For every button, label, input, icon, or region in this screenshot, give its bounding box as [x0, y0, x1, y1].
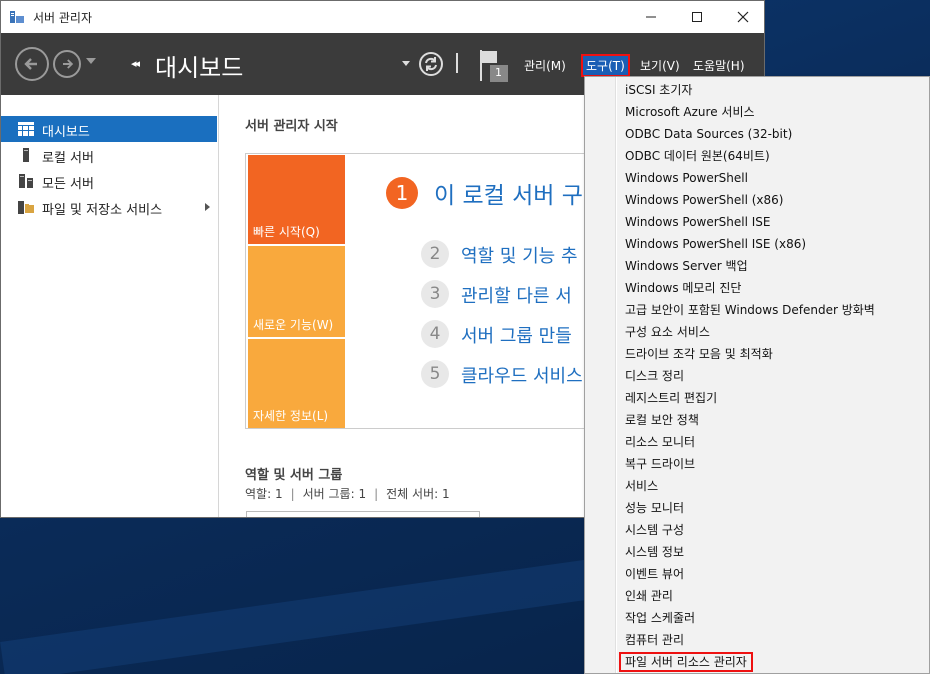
refresh-icon[interactable] — [418, 51, 444, 77]
maximize-button[interactable] — [674, 1, 720, 33]
sidebar-item-label: 파일 및 저장소 서비스 — [42, 203, 163, 218]
step-link-configure-local-server[interactable]: 이 로컬 서버 구 — [434, 176, 583, 210]
tools-menu-item[interactable]: 컴퓨터 관리 — [623, 630, 686, 650]
sidebar: 대시보드 로컬 서버 모든 서버 파일 및 저장소 서비스 — [1, 95, 219, 517]
tile-label: 빠른 시작(Q) — [253, 225, 320, 239]
sidebar-item-label: 모든 서버 — [42, 177, 94, 192]
breadcrumb-arrows: ◂◂ — [131, 57, 140, 70]
step-number-5: 5 — [421, 360, 449, 388]
window-title: 서버 관리자 — [33, 11, 93, 25]
flag-icon — [480, 50, 508, 82]
sidebar-item-file-storage[interactable]: 파일 및 저장소 서비스 — [1, 194, 217, 220]
tools-menu-item[interactable]: 로컬 보안 정책 — [623, 410, 701, 430]
tools-menu-item[interactable]: Windows PowerShell (x86) — [623, 190, 785, 210]
tools-menu-item[interactable]: 서비스 — [623, 476, 660, 496]
tile-whats-new[interactable]: 새로운 기능(W) — [248, 246, 345, 337]
sidebar-item-label: 로컬 서버 — [42, 151, 94, 166]
tools-menu-item[interactable]: 레지스트리 편집기 — [623, 388, 719, 408]
menu-view[interactable]: 보기(V) — [638, 57, 682, 74]
back-button[interactable] — [15, 47, 49, 81]
menu-help[interactable]: 도움말(H) — [691, 57, 747, 74]
sidebar-item-all-servers[interactable]: 모든 서버 — [1, 168, 217, 194]
tools-menu-item[interactable]: 작업 스케줄러 — [623, 608, 697, 628]
step-number-1: 1 — [386, 177, 418, 209]
roles-stats: 역할: 1 | 서버 그룹: 1 | 전체 서버: 1 — [245, 485, 450, 502]
maximize-icon — [692, 12, 702, 22]
step-link-cloud-services[interactable]: 클라우드 서비스 — [461, 362, 583, 388]
dashboard-icon — [18, 122, 34, 136]
tools-menu-item[interactable]: 리소스 모니터 — [623, 432, 697, 452]
tools-menu-item[interactable]: ODBC Data Sources (32-bit) — [623, 124, 794, 144]
tile-label: 새로운 기능(W) — [253, 318, 334, 332]
step-number-2: 2 — [421, 240, 449, 268]
menu-manage[interactable]: 관리(M) — [522, 57, 568, 74]
tools-menu-item[interactable]: 시스템 정보 — [623, 542, 686, 562]
step-number-4: 4 — [421, 320, 449, 348]
step-number-3: 3 — [421, 280, 449, 308]
notification-count: 1 — [495, 66, 502, 79]
total-servers-count: 전체 서버: 1 — [386, 487, 450, 501]
history-dropdown-icon[interactable] — [86, 58, 96, 64]
tools-menu-item[interactable]: 디스크 정리 — [623, 366, 686, 386]
forward-arrow-icon — [63, 59, 74, 69]
notifications-flag-button[interactable]: 1 — [477, 47, 511, 83]
step-link-add-roles[interactable]: 역할 및 기능 추 — [461, 242, 578, 268]
menu-tools[interactable]: 도구(T) — [581, 54, 630, 77]
tile-quick-start[interactable]: 빠른 시작(Q) — [248, 155, 345, 244]
tile-label: 자세한 정보(L) — [253, 409, 329, 423]
back-arrow-icon — [24, 58, 37, 70]
minimize-button[interactable] — [628, 1, 674, 33]
forward-button[interactable] — [53, 50, 81, 78]
stats-separator: | — [290, 487, 295, 501]
tools-menu-item[interactable]: Microsoft Azure 서비스 — [623, 102, 757, 122]
title-bar: 서버 관리자 — [1, 1, 764, 33]
desktop-streak — [0, 558, 600, 674]
file-storage-icon — [18, 201, 34, 214]
tools-menu-item[interactable]: Windows Server 백업 — [623, 256, 750, 276]
sidebar-item-label: 대시보드 — [42, 125, 90, 140]
roles-count: 역할: 1 — [245, 487, 283, 501]
servers-icon — [19, 174, 33, 188]
tools-menu-item[interactable]: Windows 메모리 진단 — [623, 278, 743, 298]
tools-menu-item[interactable]: 성능 모니터 — [623, 498, 686, 518]
stats-separator: | — [374, 487, 379, 501]
tools-menu-item[interactable]: ODBC 데이터 원본(64비트) — [623, 146, 772, 166]
close-button[interactable] — [720, 1, 764, 33]
tools-menu-item[interactable]: iSCSI 초기자 — [623, 80, 694, 100]
tools-menu-item[interactable]: 고급 보안이 포함된 Windows Defender 방화벽 — [623, 300, 877, 320]
tools-menu-item[interactable]: 이벤트 뷰어 — [623, 564, 686, 584]
tools-menu-item[interactable]: 시스템 구성 — [623, 520, 686, 540]
breadcrumb-dropdown-icon[interactable] — [402, 61, 410, 66]
tools-menu-item[interactable]: 복구 드라이브 — [623, 454, 697, 474]
tools-menu-item[interactable]: Windows PowerShell ISE (x86) — [623, 234, 808, 254]
minimize-icon — [646, 16, 656, 18]
tools-menu-item[interactable]: 드라이브 조각 모음 및 최적화 — [623, 344, 775, 364]
groups-count: 서버 그룹: 1 — [302, 487, 367, 501]
sidebar-item-dashboard[interactable]: 대시보드 — [1, 116, 217, 142]
page-title: 대시보드 — [155, 54, 244, 82]
server-manager-app-icon — [10, 11, 24, 23]
tools-dropdown-menu: iSCSI 초기자 Microsoft Azure 서비스 ODBC Data So… — [584, 76, 930, 674]
tools-menu-item[interactable]: Windows PowerShell — [623, 168, 750, 188]
sidebar-item-local-server[interactable]: 로컬 서버 — [1, 142, 217, 168]
expand-arrow-icon[interactable] — [205, 203, 210, 211]
tools-menu-item[interactable]: Windows PowerShell ISE — [623, 212, 773, 232]
step-link-add-servers[interactable]: 관리할 다른 서 — [461, 282, 572, 308]
tools-menu-item[interactable]: 구성 요소 서비스 — [623, 322, 712, 342]
close-icon — [737, 11, 749, 23]
tools-menu-item[interactable]: 인쇄 관리 — [623, 586, 675, 606]
welcome-heading: 서버 관리자 시작 — [245, 119, 338, 134]
toolbar-separator — [456, 53, 458, 73]
step-link-create-group[interactable]: 서버 그룹 만들 — [461, 322, 572, 348]
tools-menu-item[interactable]: 파일 서버 리소스 관리자 — [619, 652, 753, 672]
roles-heading: 역할 및 서버 그룹 — [245, 468, 343, 483]
server-icon — [23, 148, 29, 162]
welcome-tile: 빠른 시작(Q) 새로운 기능(W) 자세한 정보(L) 1 이 로컬 서버 구… — [245, 153, 590, 429]
role-tile[interactable] — [246, 511, 480, 517]
tile-learn-more[interactable]: 자세한 정보(L) — [248, 339, 345, 428]
